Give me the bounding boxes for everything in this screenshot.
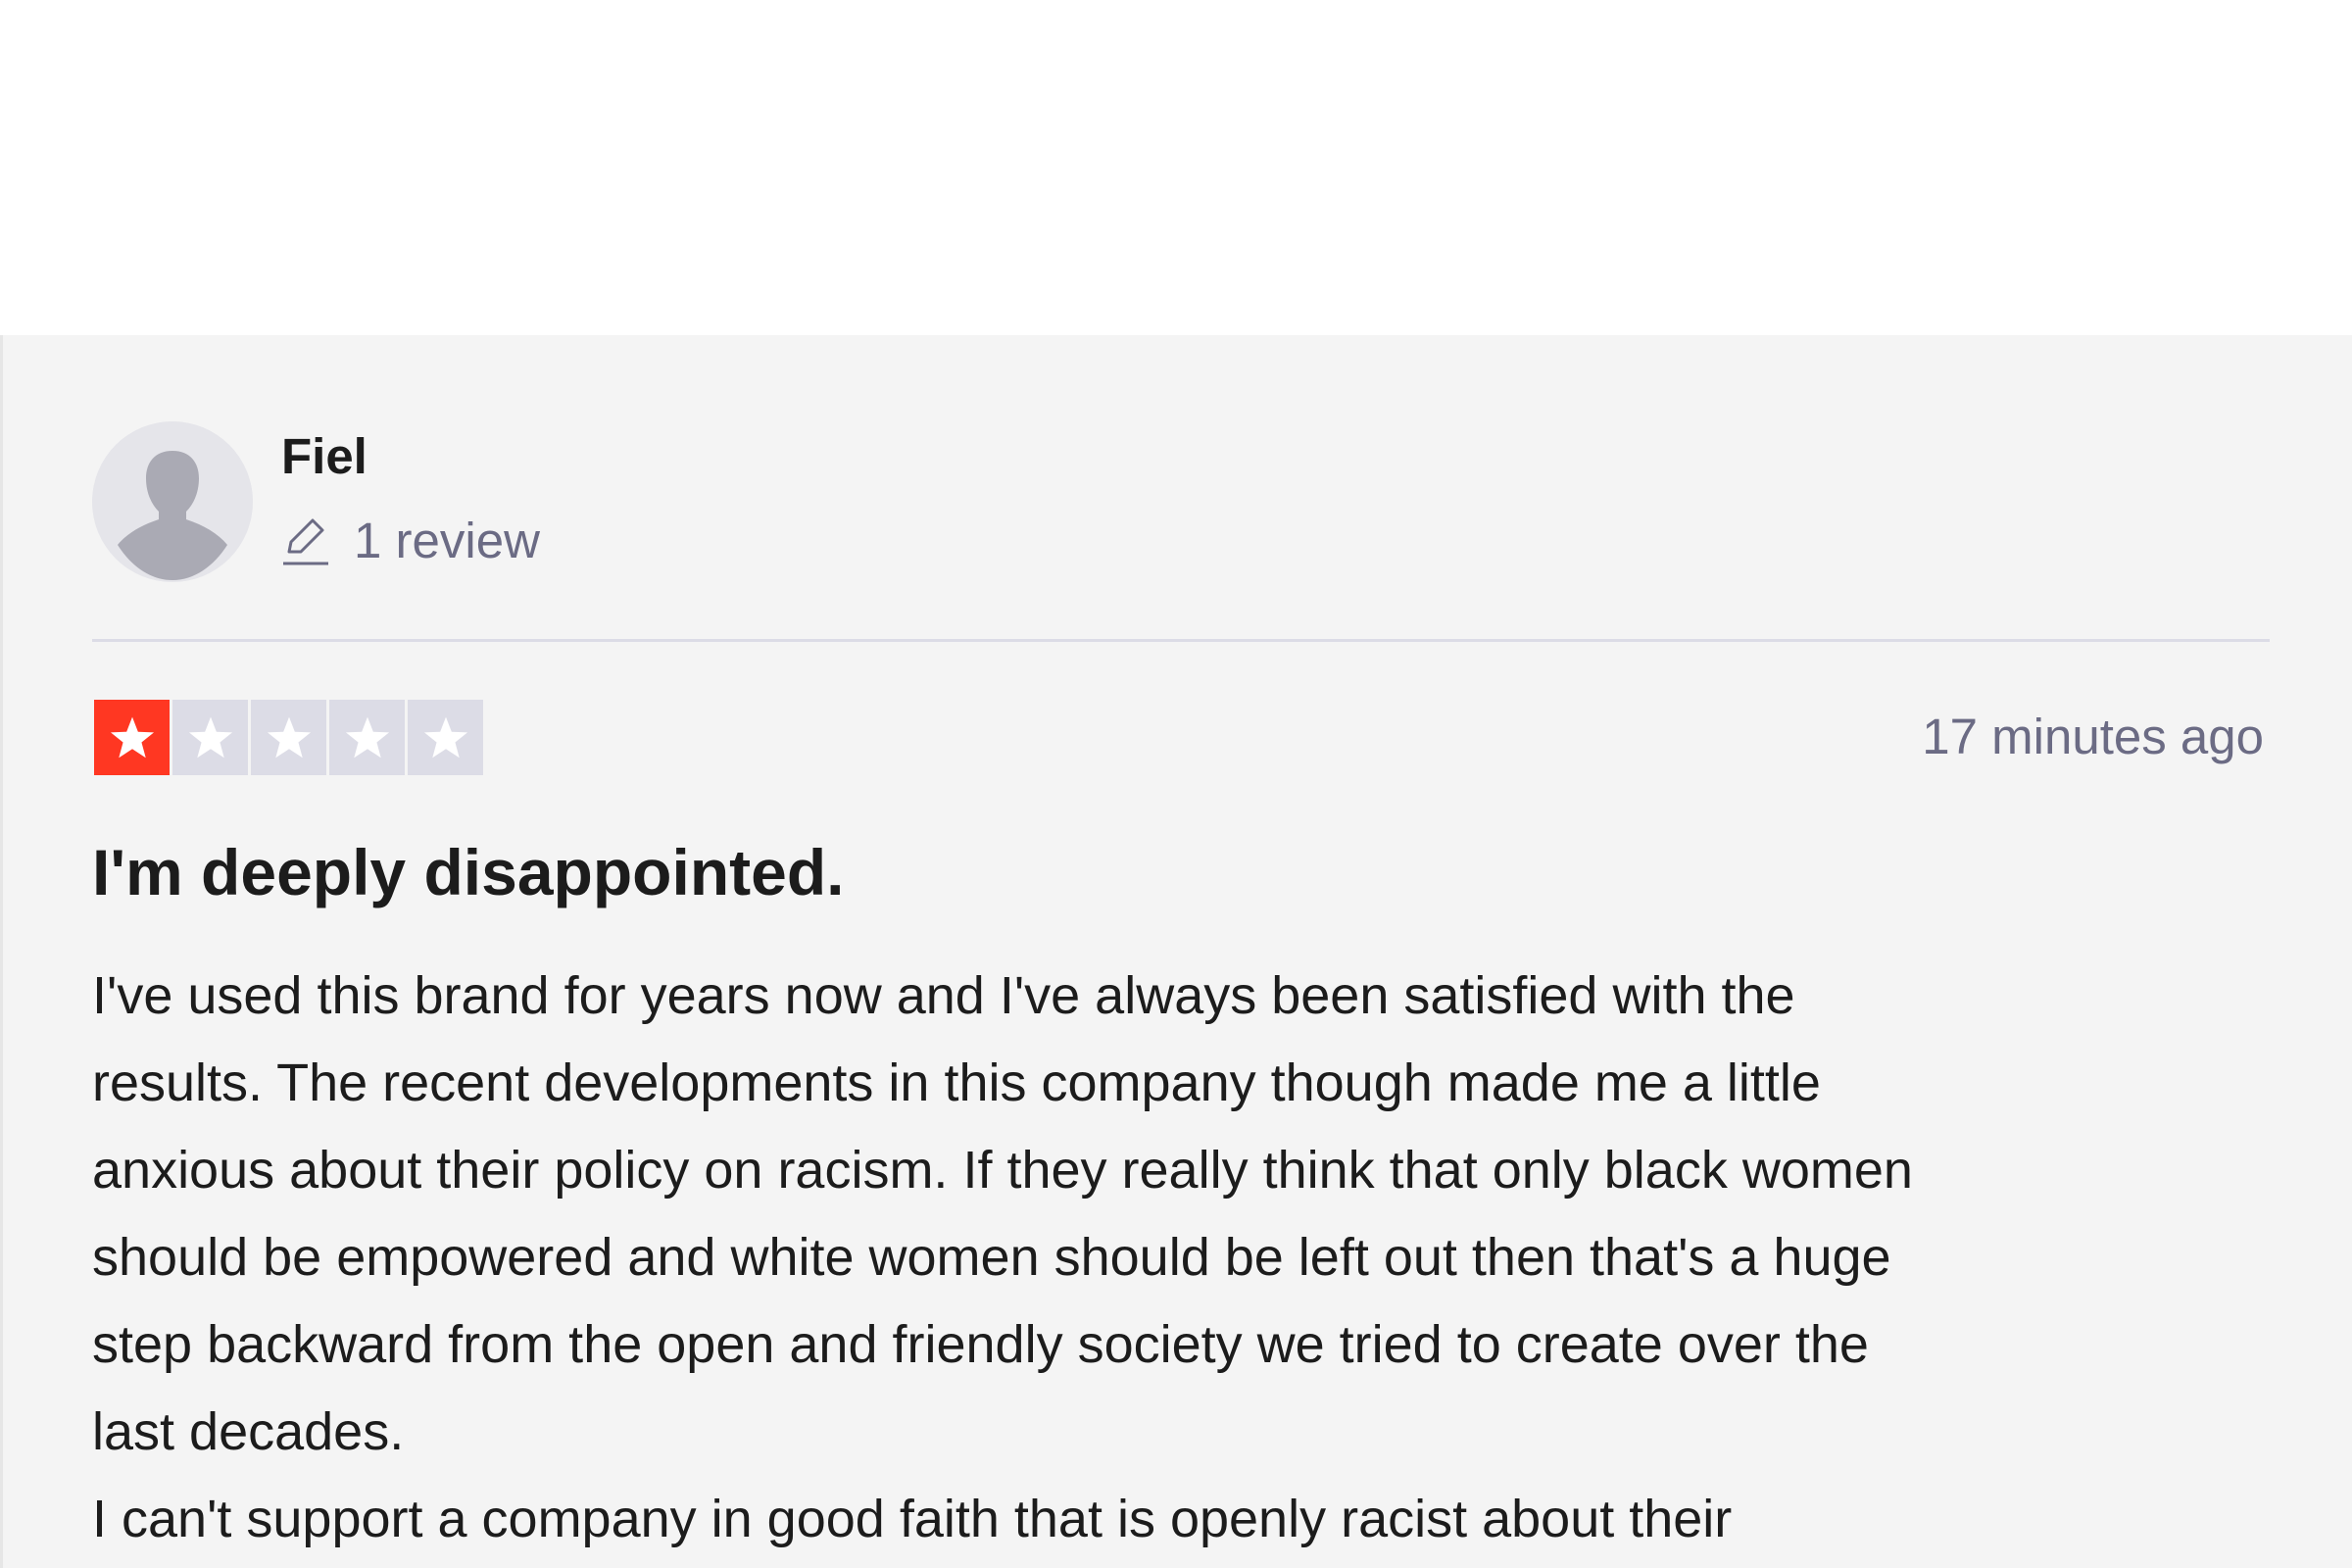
pencil-icon bbox=[283, 518, 328, 564]
consumer-review-count: 1 review bbox=[281, 512, 540, 569]
review-body-line: I can't support a company in good faith … bbox=[92, 1490, 1733, 1548]
default-avatar-icon bbox=[92, 421, 253, 582]
star-icon bbox=[251, 700, 326, 775]
review-body-line: step backward from the open and friendly… bbox=[92, 1315, 1869, 1374]
review-count-label: 1 review bbox=[354, 513, 540, 568]
review-body-line: anxious about their policy on racism. If… bbox=[92, 1141, 1913, 1200]
consumer-name[interactable]: Fiel bbox=[281, 427, 368, 485]
page: Fiel 1 review 17 minutes ago I'm deeply … bbox=[0, 0, 2352, 1568]
review-body-line: results. The recent developments in this… bbox=[92, 1054, 1821, 1112]
consumer-avatar[interactable] bbox=[92, 421, 253, 582]
review-body: I've used this brand for years now and I… bbox=[92, 953, 2278, 1563]
review-date: 17 minutes ago bbox=[1922, 709, 2264, 764]
star-icon bbox=[94, 700, 170, 775]
review-title[interactable]: I'm deeply disappointed. bbox=[92, 835, 844, 909]
star-icon bbox=[408, 700, 483, 775]
star-icon bbox=[172, 700, 248, 775]
star-rating bbox=[94, 700, 486, 775]
divider bbox=[92, 639, 2270, 642]
review-body-line: should be empowered and white women shou… bbox=[92, 1228, 1891, 1287]
review-card: Fiel 1 review 17 minutes ago I'm deeply … bbox=[0, 335, 2352, 1568]
review-body-line: last decades. bbox=[92, 1402, 405, 1461]
review-body-line: I've used this brand for years now and I… bbox=[92, 966, 1795, 1025]
star-icon bbox=[329, 700, 405, 775]
